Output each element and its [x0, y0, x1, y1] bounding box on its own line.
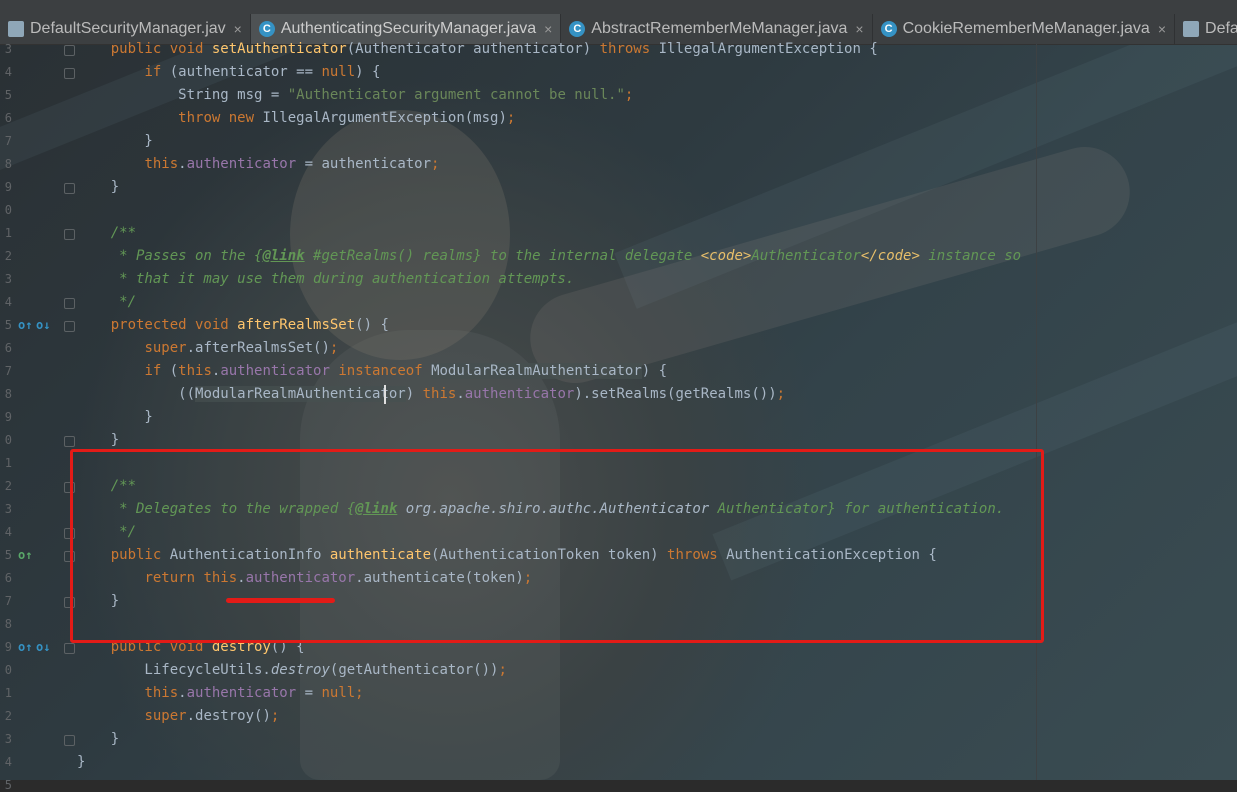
- class-icon: C: [258, 21, 275, 37]
- annotation-underline: [226, 598, 335, 603]
- tab-label: AbstractRememberMeManager.java: [591, 20, 848, 37]
- code-line: public void setAuthenticator(Authenticat…: [77, 41, 878, 57]
- code-line: super.destroy();: [144, 708, 280, 724]
- code-line: }: [77, 179, 120, 195]
- code-line: this.authenticator = authenticator;: [144, 156, 440, 172]
- tab-label: DefaultSecu: [1205, 20, 1237, 37]
- tab-label: DefaultSecurityManager.jav: [30, 20, 226, 37]
- close-icon[interactable]: ×: [234, 21, 242, 37]
- class-icon: C: [880, 21, 897, 37]
- line-number: 5: [4, 778, 12, 792]
- code-line: LifecycleUtils.destroy(getAuthenticator(…: [77, 662, 507, 678]
- tab-defaultsecu[interactable]: DefaultSecu: [1175, 14, 1237, 44]
- code-line: protected void afterRealmsSet() {: [77, 317, 389, 333]
- text-caret: [384, 385, 386, 404]
- code-line: }: [77, 754, 86, 770]
- code-line: }: [77, 133, 153, 149]
- tab-cookieremembermemanager[interactable]: C CookieRememberMeManager.java ×: [873, 14, 1176, 44]
- code-line: if (authenticator == null) {: [144, 64, 381, 80]
- code-line: /**: [77, 225, 137, 241]
- java-file-icon: [1183, 21, 1200, 37]
- code-editor[interactable]: public void setAuthenticator(Authenticat…: [0, 41, 1237, 780]
- code-line: }: [77, 409, 153, 425]
- close-icon[interactable]: ×: [544, 21, 552, 37]
- java-file-icon: [8, 21, 24, 37]
- annotation-highlight-box: [70, 449, 1044, 643]
- code-line: throw new IllegalArgumentException(msg);: [178, 110, 516, 126]
- code-line: if (this.authenticator instanceof Modula…: [144, 363, 668, 379]
- code-line: this.authenticator = null;: [144, 685, 364, 701]
- code-line: }: [77, 731, 120, 747]
- code-line: String msg = "Authenticator argument can…: [77, 87, 634, 103]
- code-line: */: [77, 294, 137, 310]
- close-icon[interactable]: ×: [855, 21, 863, 37]
- code-line: super.afterRealmsSet();: [144, 340, 339, 356]
- code-line: * Passes on the {@link #getRealms() real…: [77, 248, 1022, 264]
- code-line: ((ModularRealmAuthenticator) this.authen…: [77, 386, 786, 402]
- tab-label: CookieRememberMeManager.java: [902, 20, 1150, 37]
- code-line: * that it may use them during authentica…: [77, 271, 575, 287]
- class-icon: C: [569, 21, 586, 37]
- close-icon[interactable]: ×: [1158, 21, 1166, 37]
- tab-label: AuthenticatingSecurityManager.java: [280, 20, 537, 37]
